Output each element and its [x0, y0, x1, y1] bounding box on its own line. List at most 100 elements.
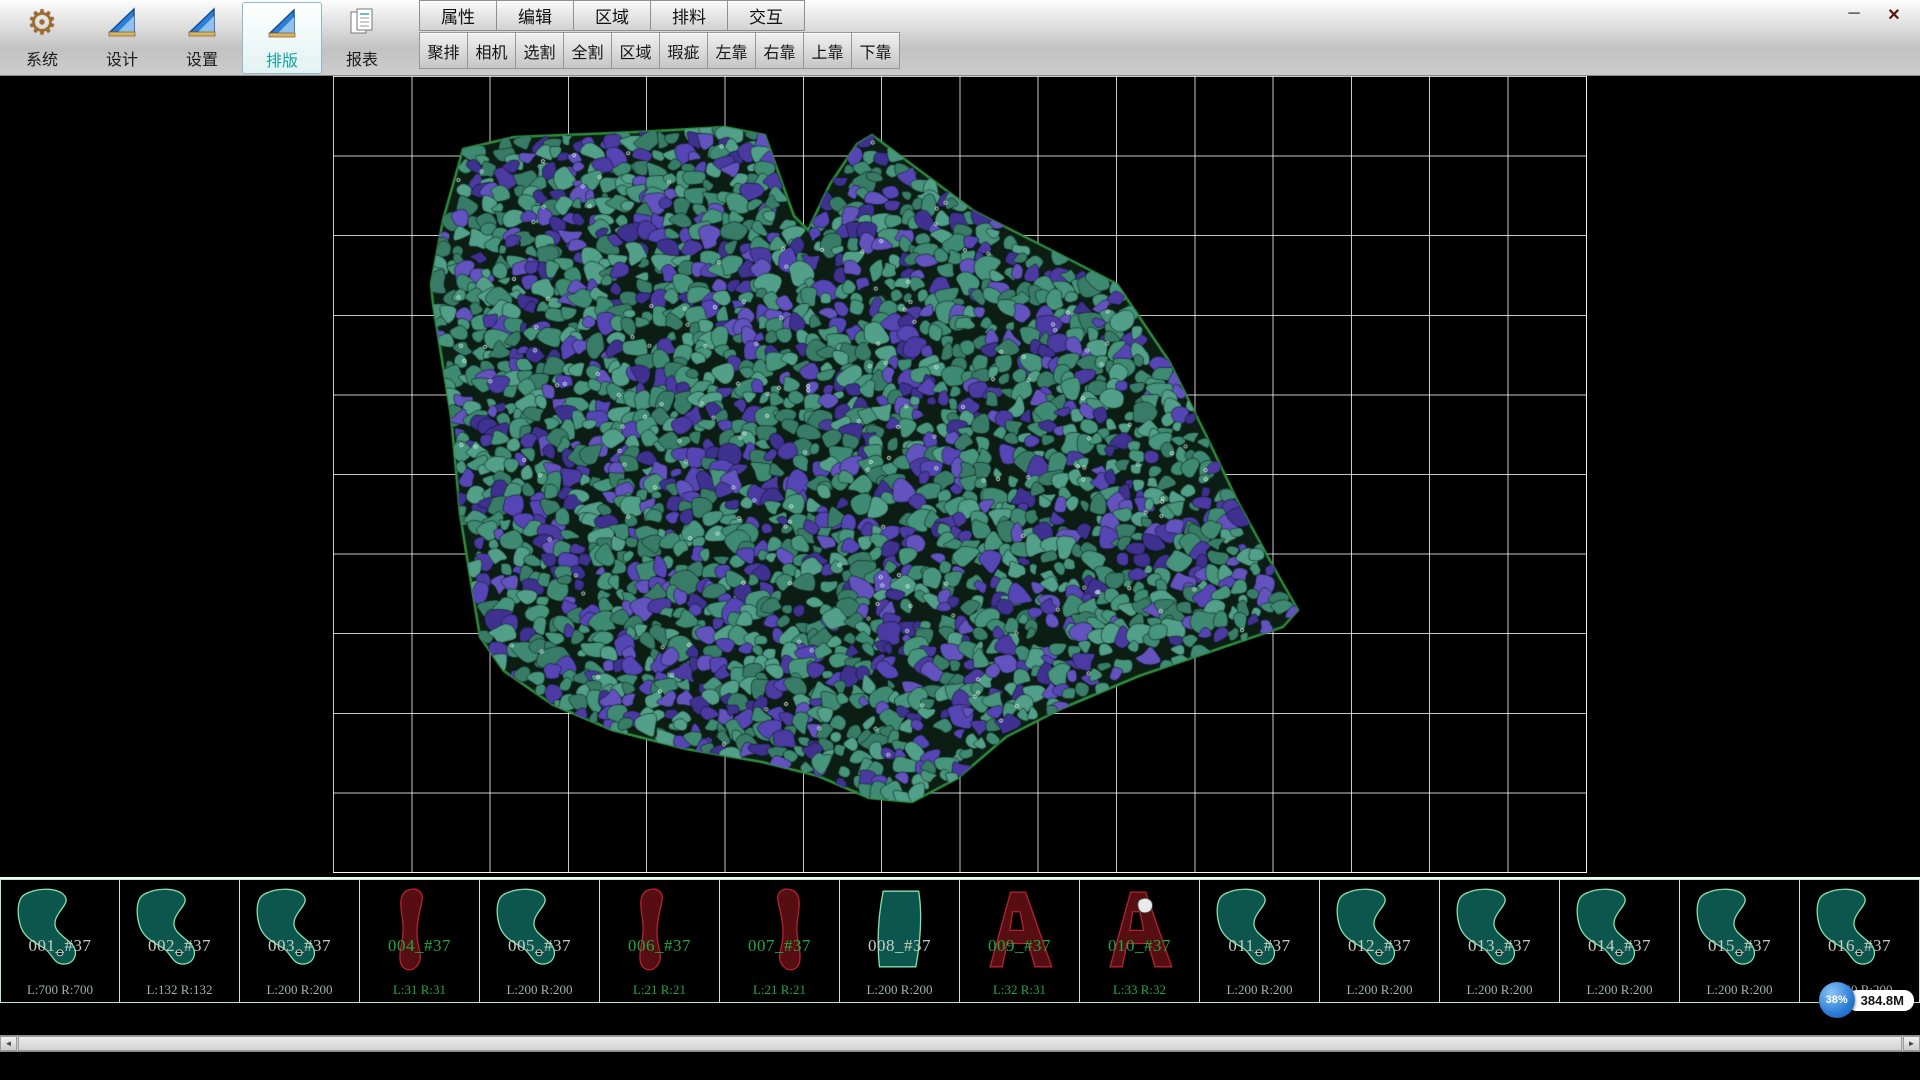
design-icon [105, 2, 139, 44]
memory-percent-badge: 38% [1819, 982, 1855, 1018]
piece-thumbnail[interactable]: 008_#37 L:200 R:200 [840, 879, 960, 1003]
app-toolbar: ⚙ 系统 设计 设置 排版 报表 [2, 0, 402, 76]
piece-shape-icon [244, 883, 356, 975]
piece-lr-label: L:200 R:200 [1440, 982, 1559, 998]
nesting-workspace[interactable] [0, 76, 1920, 877]
app-button-design[interactable]: 设计 [82, 2, 162, 74]
piece-lr-label: L:200 R:200 [240, 982, 359, 998]
piece-thumbnail[interactable]: 009_#37L:32 R:31 [960, 879, 1080, 1003]
piece-lr-label: L:200 R:200 [1560, 982, 1679, 998]
piece-name: 007_#37 [720, 936, 839, 956]
tool-button-cut-all[interactable]: 全割 [563, 32, 612, 69]
menu-tab-properties[interactable]: 属性 [419, 0, 497, 31]
piece-name: 001_#37 [1, 936, 119, 956]
piece-shape-icon [1684, 883, 1796, 975]
piece-name: 003_#37 [240, 936, 359, 956]
tool-button-cluster-nest[interactable]: 聚排 [419, 32, 468, 69]
piece-lr-label: L:200 R:200 [1680, 982, 1799, 998]
piece-shape-icon [5, 883, 117, 975]
memory-status: 38% 384.8M [1819, 982, 1914, 1018]
piece-name: 002_#37 [120, 936, 239, 956]
piece-shape-icon [844, 883, 956, 975]
piece-thumbnail[interactable]: 014_#37 L:200 R:200 [1560, 879, 1680, 1003]
piece-lr-label: L:21 R:21 [600, 982, 719, 998]
piece-thumbnail[interactable]: 001_#37L:700 R:700 [0, 879, 120, 1003]
piece-shape-icon [1804, 883, 1916, 975]
piece-name: 012_#37 [1320, 936, 1439, 956]
piece-thumbnail[interactable]: 005_#37 L:200 R:200 [480, 879, 600, 1003]
tool-button-defect[interactable]: 瑕疵 [659, 32, 708, 69]
menu-bar: 属性 编辑 区域 排料 交互 聚排 相机 选割 全割 区域 瑕疵 左靠 右靠 上… [420, 0, 900, 69]
piece-shape-icon [484, 883, 596, 975]
tool-button-camera[interactable]: 相机 [467, 32, 516, 69]
piece-shape-icon [364, 883, 476, 975]
piece-thumbnail[interactable]: 004_#37L:31 R:31 [360, 879, 480, 1003]
piece-shape-icon [124, 883, 236, 975]
piece-name: 010_#37 [1080, 936, 1199, 956]
tool-button-align-top[interactable]: 上靠 [803, 32, 852, 69]
app-button-label: 报表 [346, 46, 378, 70]
scroll-left-button[interactable]: ◄ [0, 1036, 17, 1051]
piece-shape-icon [1444, 883, 1556, 975]
app-button-layout[interactable]: 排版 [242, 2, 322, 74]
piece-lr-label: L:200 R:200 [480, 982, 599, 998]
settings-icon [185, 2, 219, 44]
menu-tab-region[interactable]: 区域 [573, 0, 651, 31]
tool-button-align-bottom[interactable]: 下靠 [851, 32, 900, 69]
piece-lr-label: L:200 R:200 [1320, 982, 1439, 998]
minimize-button[interactable]: ─ [1842, 5, 1866, 25]
piece-shape-icon [1084, 883, 1196, 975]
menu-tab-interact[interactable]: 交互 [727, 0, 805, 31]
menu-tab-edit[interactable]: 编辑 [496, 0, 574, 31]
nested-hide-canvas [0, 76, 1920, 877]
tool-button-align-left[interactable]: 左靠 [707, 32, 756, 69]
piece-thumbnail[interactable]: 015_#37L:200 R:200 [1680, 879, 1800, 1003]
piece-name: 014_#37 [1560, 936, 1679, 956]
scrollbar-thumb[interactable] [18, 1036, 1902, 1051]
piece-thumbnail[interactable]: 010_#37L:33 R:32 [1080, 879, 1200, 1003]
tool-button-align-right[interactable]: 右靠 [755, 32, 804, 69]
layout-icon [265, 3, 299, 45]
tool-button-row: 聚排 相机 选割 全割 区域 瑕疵 左靠 右靠 上靠 下靠 [420, 32, 900, 69]
horizontal-scrollbar[interactable]: ◄ ► [0, 1035, 1920, 1052]
piece-lr-label: L:32 R:31 [960, 982, 1079, 998]
piece-thumbnail[interactable]: 003_#37 L:200 R:200 [240, 879, 360, 1003]
piece-name: 008_#37 [840, 936, 959, 956]
piece-thumbnail[interactable]: 002_#37 L:132 R:132 [120, 879, 240, 1003]
piece-shape-icon [964, 883, 1076, 975]
piece-name: 006_#37 [600, 936, 719, 956]
piece-name: 011_#37 [1200, 936, 1319, 956]
piece-shape-icon [604, 883, 716, 975]
piece-thumbnail[interactable]: 006_#37 L:21 R:21 [600, 879, 720, 1003]
scroll-right-button[interactable]: ► [1903, 1036, 1920, 1051]
piece-shape-icon [724, 883, 836, 975]
piece-lr-label: L:200 R:200 [1200, 982, 1319, 998]
piece-lr-label: L:200 R:200 [840, 982, 959, 998]
piece-name: 005_#37 [480, 936, 599, 956]
memory-amount: 384.8M [1847, 990, 1914, 1011]
piece-name: 016_#37 [1800, 936, 1919, 956]
tool-button-select-cut[interactable]: 选割 [515, 32, 564, 69]
app-button-label: 设置 [186, 46, 218, 70]
piece-thumbnail[interactable]: 013_#37L:200 R:200 [1440, 879, 1560, 1003]
app-button-label: 系统 [26, 46, 58, 70]
app-button-settings[interactable]: 设置 [162, 2, 242, 74]
app-button-label: 设计 [106, 46, 138, 70]
piece-name: 004_#37 [360, 936, 479, 956]
tool-button-region[interactable]: 区域 [611, 32, 660, 69]
scroll-left-icon: ◄ [5, 1039, 13, 1048]
piece-shape-icon [1564, 883, 1676, 975]
window-controls: ─ ✕ [1834, 2, 1914, 28]
menu-tab-nesting[interactable]: 排料 [650, 0, 728, 31]
piece-thumbnail[interactable]: 007_#37 L:21 R:21 [720, 879, 840, 1003]
gear-icon: ⚙ [27, 2, 57, 44]
close-button[interactable]: ✕ [1882, 5, 1906, 25]
app-button-report[interactable]: 报表 [322, 2, 402, 74]
piece-shape-icon [1204, 883, 1316, 975]
piece-lr-label: L:21 R:21 [720, 982, 839, 998]
piece-thumbnail[interactable]: 011_#37 L:200 R:200 [1200, 879, 1320, 1003]
piece-thumbnail[interactable]: 012_#37 L:200 R:200 [1320, 879, 1440, 1003]
report-icon [345, 2, 379, 44]
piece-lr-label: L:132 R:132 [120, 982, 239, 998]
app-button-system[interactable]: ⚙ 系统 [2, 2, 82, 74]
